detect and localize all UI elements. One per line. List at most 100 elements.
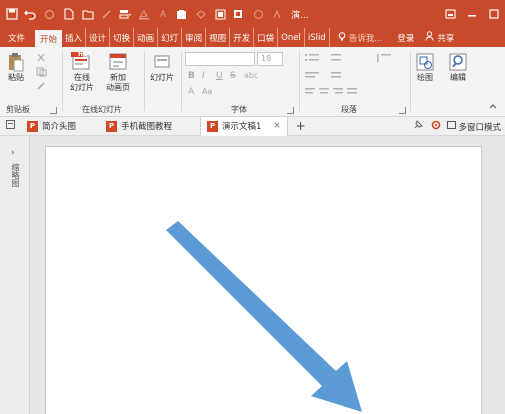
numbering-icon[interactable] [327,53,345,63]
doc-tab[interactable]: P 简介头图 [21,117,82,136]
text-direction-icon[interactable] [375,53,393,63]
title-bar: A 演... [0,0,505,28]
copy-icon[interactable] [36,67,48,77]
bullets-icon[interactable] [305,53,323,63]
powerpoint-icon: P [207,120,219,132]
arrange-icon[interactable] [213,7,228,22]
person-icon [425,31,434,44]
paragraph-launcher-icon[interactable] [399,107,406,114]
align-left-icon[interactable] [305,71,323,81]
login-button[interactable]: 登录 [385,28,417,47]
online-slides-label: 在线幻灯片 [82,105,122,114]
animation-page-icon [106,51,130,73]
tab-review[interactable]: 审阅 [182,28,207,47]
save-icon[interactable] [4,7,19,22]
tab-insert[interactable]: 插入 [62,28,87,47]
divider [410,51,411,111]
format-painter-icon[interactable] [99,7,114,22]
doc-tab-active[interactable]: P 演示文稿1 × [200,116,288,136]
thumbnail-pane: › 缩略图 [0,136,30,414]
multi-window-label: 多窗口模式 [458,122,501,133]
slide-canvas[interactable] [45,146,482,414]
thumbnail-pane-label: 缩略图 [11,163,20,187]
tab-file[interactable]: 文件 [0,28,35,47]
paste-button[interactable]: 粘贴 [4,51,28,83]
new-animation-button[interactable]: 新加 动画页 [106,51,130,93]
diagonal-arrow-shape[interactable] [166,221,362,412]
tell-me-search[interactable]: 告诉我... [330,28,386,47]
font-color-button[interactable]: A [188,87,194,97]
expand-pane-button[interactable]: › [11,148,15,158]
tab-design[interactable]: 设计 [86,28,111,47]
restore-icon[interactable] [439,0,461,28]
editing-label: 编辑 [450,73,466,82]
tab-developer[interactable]: 开发 [230,28,255,47]
print-icon[interactable] [270,7,285,22]
minimize-icon[interactable] [461,0,483,28]
font-size-value: 18 [261,54,272,63]
open-icon[interactable] [80,7,95,22]
tab-list-icon[interactable] [6,120,15,132]
font-color-icon[interactable]: A [156,7,171,22]
tab-home[interactable]: 开始 [35,30,63,47]
pin-icon[interactable] [413,120,424,133]
share-label: 共享 [437,33,455,44]
lightbulb-icon [338,31,346,44]
change-case-button[interactable]: Aa [202,87,212,96]
font-name-field[interactable] [185,52,255,66]
strikethrough-button[interactable]: S [230,71,236,81]
collapse-ribbon-icon[interactable] [489,102,497,112]
magnifier-icon [446,51,470,73]
clipboard-group: 粘贴 剪贴板 [0,47,60,117]
picture-icon[interactable] [175,7,190,22]
char-spacing-button[interactable]: abc [244,71,258,80]
redo-icon[interactable] [42,7,57,22]
tab-onenote[interactable]: Onel [278,28,305,47]
search-placeholder: 告诉我... [348,33,383,44]
online-slide-line2: 幻灯片 [70,83,94,92]
close-tab-icon[interactable]: × [273,121,280,131]
new-slide-label: 幻灯片 [150,73,174,82]
format-brush-icon[interactable] [36,81,48,91]
tab-animations[interactable]: 动画 [134,28,159,47]
slide-layout-icon[interactable] [118,7,133,22]
line-spacing-icon[interactable] [327,71,345,81]
multi-window-button[interactable]: 多窗口模式 [447,121,501,133]
alignment-icons[interactable] [305,87,385,97]
new-animation-line1: 新加 [110,73,126,82]
tab-view[interactable]: 视图 [206,28,231,47]
editing-button[interactable]: 编辑 [446,51,470,83]
divider [299,51,300,111]
new-slide-button[interactable]: 幻灯片 [150,51,174,83]
cut-icon[interactable] [36,53,48,63]
bold-button[interactable]: B [188,71,195,81]
new-animation-line2: 动画页 [106,83,130,92]
powerpoint-icon: P [27,120,38,132]
italic-button[interactable]: I [202,71,205,81]
shape-fill-icon[interactable] [137,7,152,22]
doc-tab-label: 手机截图教程 [121,122,173,132]
underline-button[interactable]: U [216,71,223,81]
clipboard-launcher-icon[interactable] [50,107,57,114]
drawing-label: 绘图 [417,73,433,82]
tab-transitions[interactable]: 切换 [110,28,135,47]
maximize-icon[interactable] [483,0,505,28]
tab-slideshow[interactable]: 幻灯 [158,28,183,47]
font-launcher-icon[interactable] [287,107,294,114]
new-doc-icon[interactable] [61,7,76,22]
undo-icon[interactable] [23,7,38,22]
shape-outline-icon[interactable] [194,7,209,22]
share-button[interactable]: 共享 [417,28,457,47]
new-tab-button[interactable]: + [288,119,314,133]
settings-icon[interactable] [431,120,441,133]
clear-icon[interactable] [232,7,247,22]
drawing-button[interactable]: 绘图 [413,51,437,83]
font-size-field[interactable]: 18 [257,52,283,66]
present-icon[interactable] [251,7,266,22]
tab-islide[interactable]: iSlid [305,28,330,47]
tab-pocket[interactable]: 口袋 [254,28,279,47]
shapes-icon [413,51,437,73]
divider [181,51,182,111]
doc-tab[interactable]: P 手机截图教程 [100,117,178,136]
divider [144,51,145,111]
